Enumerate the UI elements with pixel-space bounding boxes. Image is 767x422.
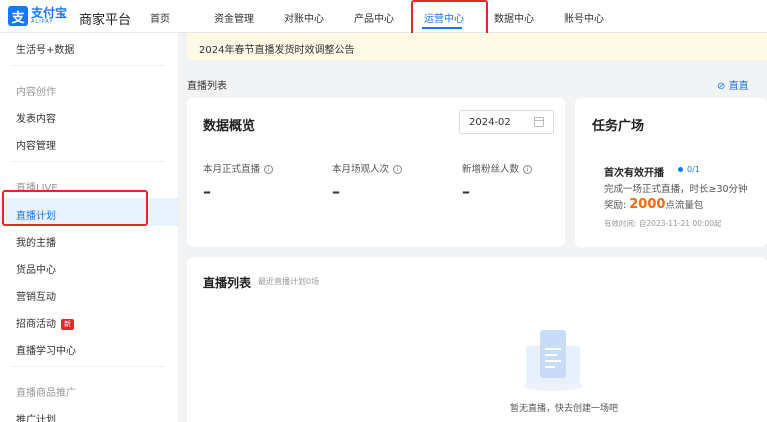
sidebar-item-goods[interactable]: 货品中心: [16, 261, 56, 276]
nav-account[interactable]: 账号中心: [564, 10, 604, 25]
stat-value-live-count: –: [203, 182, 211, 201]
empty-state-text: 暂无直播，快去创建一场吧: [510, 404, 619, 414]
task-description: 完成一场正式直播，时长≥30分钟: [604, 184, 748, 195]
alipay-logo[interactable]: 支 支付宝 ALIPAY: [8, 5, 67, 27]
task-plaza-title: 任务广场: [592, 119, 645, 134]
stat-value-new-fans: –: [462, 182, 470, 201]
sidebar-item-my-anchor[interactable]: 我的主播: [16, 234, 56, 249]
task-name[interactable]: 首次有效开播: [604, 164, 664, 179]
page-title: 直播列表: [187, 81, 227, 92]
overview-title: 数据概览: [203, 119, 256, 134]
nav-funds[interactable]: 资金管理: [214, 10, 254, 25]
nav-products[interactable]: 产品中心: [354, 10, 394, 25]
info-icon[interactable]: i: [523, 165, 533, 174]
sidebar-item-promo-plan[interactable]: 推广计划: [16, 411, 56, 422]
task-progress: 0/1: [678, 165, 700, 174]
alipay-logo-icon: 支: [8, 6, 28, 26]
platform-title: 商家平台: [79, 13, 132, 28]
live-list-subtitle: 最近直播计划0场: [258, 277, 320, 286]
sidebar-item-marketing[interactable]: 营销互动: [16, 288, 56, 303]
nav-home[interactable]: 首页: [150, 10, 170, 25]
check-circle-icon: ⊘: [717, 81, 726, 92]
top-right-link[interactable]: ⊘ 直直: [717, 77, 749, 92]
announcement-text: 2024年春节直播发货时效调整公告: [199, 45, 355, 56]
stat-label-live-count: 本月正式直播 i: [203, 161, 274, 175]
top-nav-bar: 支 支付宝 ALIPAY 商家平台 首页 资金管理 对账中心 产品中心 运营中心…: [0, 0, 767, 33]
live-list-title: 直播列表: [203, 276, 252, 290]
sidebar-group-content: 内容创作: [16, 87, 56, 98]
task-reward: 奖励: 2000点流量包: [604, 197, 704, 212]
info-icon[interactable]: i: [393, 165, 403, 174]
logo-sub: ALIPAY: [31, 19, 54, 25]
month-picker[interactable]: 2024-02: [459, 110, 554, 134]
sidebar-item-learning[interactable]: 直播学习中心: [16, 342, 76, 357]
sidebar-item-content-manage[interactable]: 内容管理: [16, 137, 56, 152]
info-icon[interactable]: i: [264, 165, 274, 174]
nav-data[interactable]: 数据中心: [494, 10, 534, 25]
stat-label-views: 本月场观人次 i: [332, 161, 403, 175]
empty-document-icon: [523, 330, 583, 391]
sidebar-item-publish[interactable]: 发表内容: [16, 110, 56, 125]
sidebar-item-recruit[interactable]: 招商活动新: [16, 315, 74, 330]
sidebar-item-label: 招商活动: [16, 319, 56, 330]
sidebar-group-promotion: 直播商品推广: [16, 388, 76, 399]
logo-name: 支付宝: [31, 6, 68, 20]
highlight-box-sidebar: [2, 190, 148, 226]
new-badge: 新: [61, 318, 74, 330]
stat-label-new-fans: 新增粉丝人数 i: [462, 161, 533, 175]
sidebar: 生活号+数据 内容创作 发表内容 内容管理 直播LIVE 直播计划 我的主播 货…: [0, 33, 178, 422]
nav-reconciliation[interactable]: 对账中心: [284, 10, 324, 25]
calendar-icon: [534, 117, 544, 127]
sidebar-item-life-data[interactable]: 生活号+数据: [16, 41, 74, 56]
progress-dot-icon: [678, 167, 683, 172]
task-valid-time: 有效时间: 自2023-11-21 00:00起: [604, 219, 722, 228]
stat-value-views: –: [332, 182, 340, 201]
announcement-banner[interactable]: 2024年春节直播发货时效调整公告: [187, 33, 767, 60]
